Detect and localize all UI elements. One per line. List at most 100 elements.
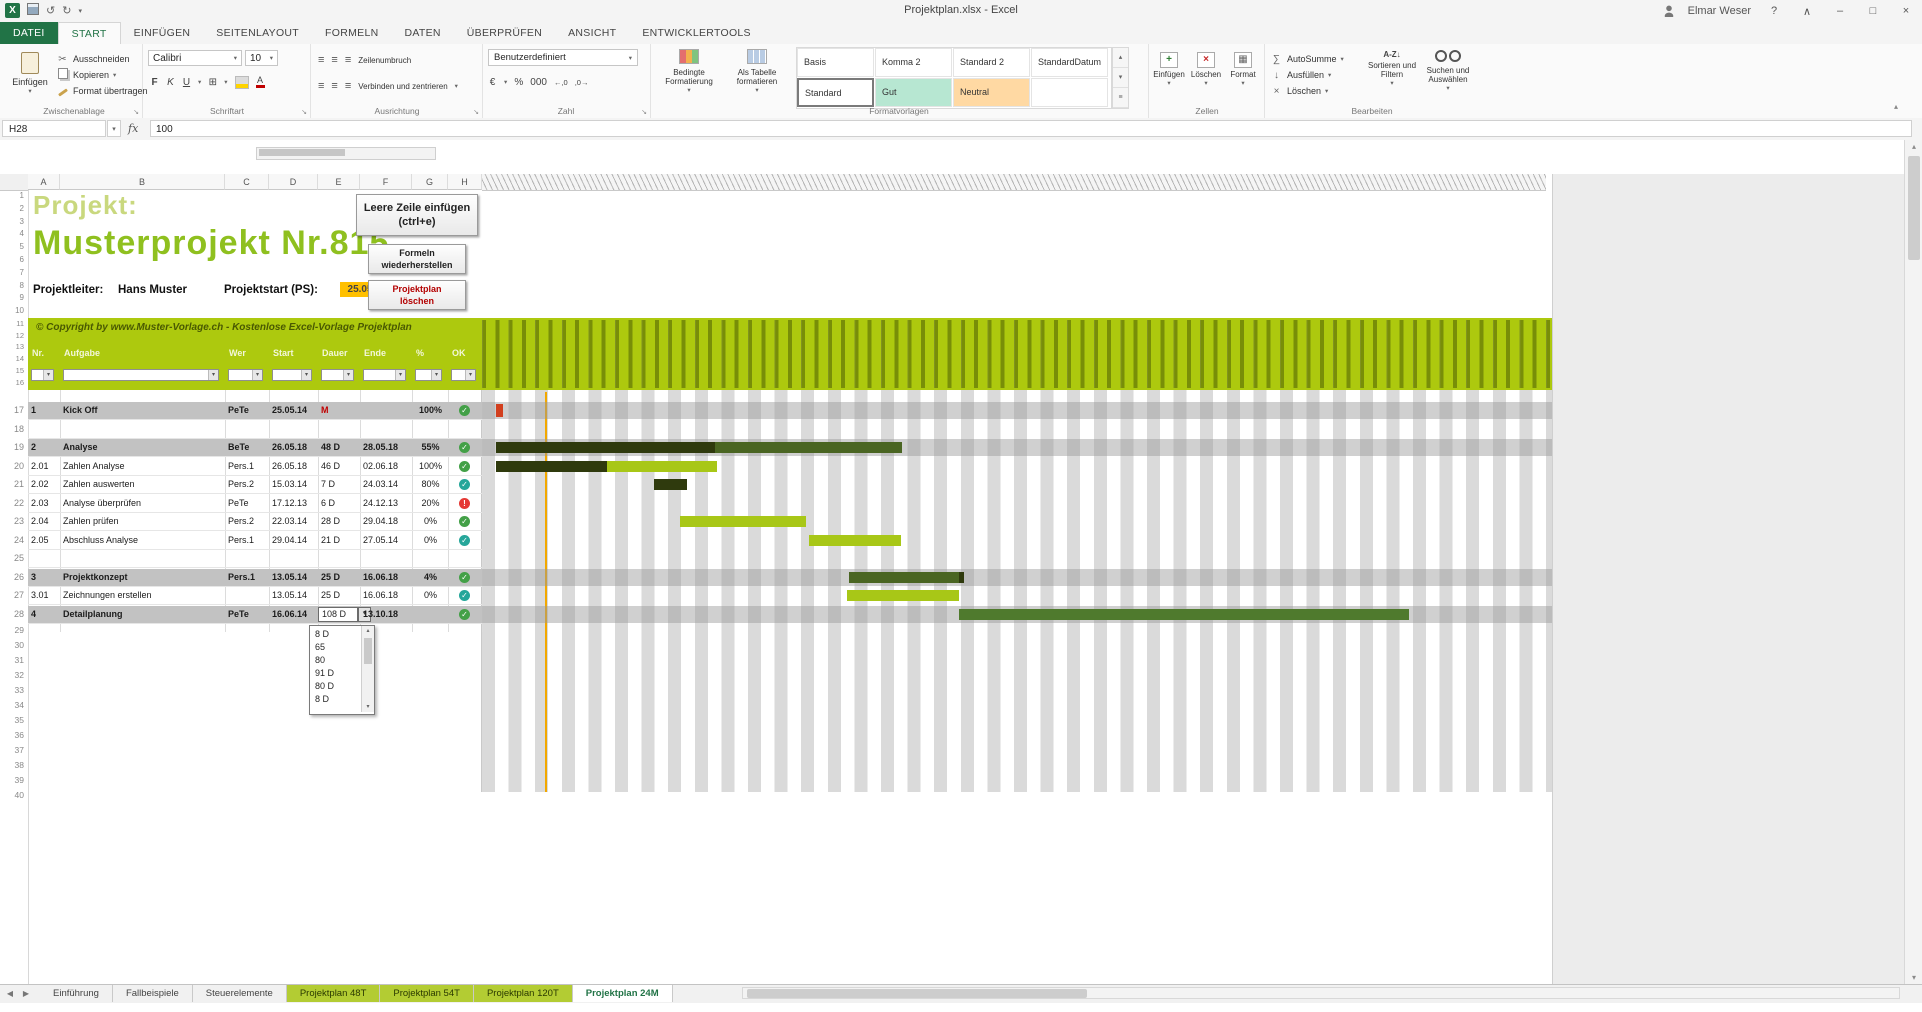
cell-pct[interactable]: 55% — [415, 439, 446, 456]
ribbon-tab-überprüfen[interactable]: ÜBERPRÜFEN — [454, 22, 555, 44]
cell-nr[interactable]: 2.01 — [31, 458, 58, 475]
find-select-button[interactable]: Suchen und Auswählen ▾ — [1422, 46, 1474, 106]
style-komma-2[interactable]: Komma 2 — [875, 48, 952, 77]
row-number[interactable]: 10 — [0, 305, 24, 317]
align-top-icon[interactable]: ≡ — [318, 54, 324, 66]
close-button[interactable]: × — [1896, 5, 1916, 17]
column-header[interactable]: E — [318, 174, 360, 190]
cell-start[interactable]: 26.05.18 — [272, 458, 316, 475]
row-number[interactable]: 1 — [0, 190, 24, 202]
row-number[interactable]: 29 — [0, 623, 24, 637]
row-number[interactable]: 4 — [0, 228, 24, 240]
cell-end[interactable]: 16.06.18 — [363, 569, 410, 586]
percent-icon[interactable]: % — [514, 77, 523, 88]
align-left-icon[interactable]: ≡ — [318, 80, 324, 92]
scroll-down-icon[interactable]: ▾ — [362, 702, 374, 712]
qat-dropdown-icon[interactable]: ▾ — [78, 7, 82, 15]
cut-button[interactable]: ✂Ausschneiden — [56, 52, 130, 66]
filter-dropdown[interactable]: ▾ — [415, 369, 442, 381]
horizontal-scrollbar[interactable] — [742, 987, 1900, 999]
cell-pct[interactable]: 80% — [415, 476, 446, 493]
decrease-decimal-icon[interactable]: ,0→ — [575, 78, 589, 87]
cell-end[interactable]: 24.03.14 — [363, 476, 410, 493]
row-number[interactable]: 21 — [0, 476, 24, 493]
cell-pct[interactable]: 0% — [415, 513, 446, 530]
fill-button[interactable]: ↓Ausfüllen▾ — [1270, 68, 1331, 82]
cell-end[interactable] — [363, 402, 410, 419]
cell-name[interactable]: Zeichnungen erstellen — [63, 587, 223, 604]
bold-button[interactable]: F — [150, 77, 159, 88]
timeline-scrollbar[interactable] — [256, 147, 436, 160]
column-header[interactable]: F — [360, 174, 412, 190]
cell-who[interactable]: Pers.2 — [228, 513, 267, 530]
gallery-scrollbar[interactable]: ▴▾≡ — [1112, 47, 1129, 109]
style-gut[interactable]: Gut — [875, 78, 952, 107]
cell-who[interactable]: PeTe — [228, 402, 267, 419]
sheet-tab-projektplan-48t[interactable]: Projektplan 48T — [287, 985, 381, 1002]
delete-cells-button[interactable]: × Löschen▾ — [1189, 50, 1223, 102]
cell-name[interactable]: Zahlen Analyse — [63, 458, 223, 475]
row-number[interactable]: 37 — [0, 743, 24, 757]
ribbon-tab-start[interactable]: START — [58, 22, 121, 45]
cell-nr[interactable]: 2.04 — [31, 513, 58, 530]
sheet-tab-projektplan-24m[interactable]: Projektplan 24M — [573, 985, 673, 1002]
cell-name[interactable]: Zahlen prüfen — [63, 513, 223, 530]
row-number[interactable]: 14 — [0, 353, 24, 364]
insert-row-button[interactable]: Leere Zeile einfügen (ctrl+e) — [356, 194, 478, 236]
row-number[interactable]: 20 — [0, 458, 24, 475]
cell-dur[interactable]: M — [321, 402, 358, 419]
align-center-icon[interactable]: ≡ — [331, 80, 337, 92]
style-basis[interactable]: Basis — [797, 48, 874, 77]
cell-nr[interactable]: 2.03 — [31, 495, 58, 512]
row-number[interactable]: 38 — [0, 758, 24, 772]
font-color-icon[interactable]: A — [256, 76, 265, 88]
insert-cells-button[interactable]: + Einfügen▾ — [1152, 50, 1186, 102]
cell-dur[interactable]: 48 D — [321, 439, 358, 456]
style-standarddatum[interactable]: StandardDatum — [1031, 48, 1108, 77]
row-number[interactable]: 12 — [0, 330, 24, 341]
cell-start[interactable]: 15.03.14 — [272, 476, 316, 493]
row-number[interactable]: 15 — [0, 365, 24, 376]
row-number[interactable]: 23 — [0, 513, 24, 530]
ribbon-tab-ansicht[interactable]: ANSICHT — [555, 22, 629, 44]
cell-who[interactable]: BeTe — [228, 439, 267, 456]
cell-nr[interactable]: 4 — [31, 606, 58, 623]
format-cells-button[interactable]: ▦ Format▾ — [1226, 50, 1260, 102]
undo-icon[interactable]: ↺ — [46, 4, 55, 17]
excel-logo-icon[interactable]: X — [5, 3, 20, 18]
cell-who[interactable]: PeTe — [228, 495, 267, 512]
row-number[interactable]: 19 — [0, 439, 24, 456]
row-number[interactable]: 13 — [0, 341, 24, 352]
select-all-corner[interactable] — [0, 174, 29, 191]
filter-dropdown[interactable]: ▾ — [363, 369, 406, 381]
row-number[interactable]: 3 — [0, 216, 24, 228]
cell-name[interactable]: Detailplanung — [63, 606, 223, 623]
filter-dropdown[interactable]: ▾ — [272, 369, 312, 381]
wrap-text-button[interactable]: Zeilenumbruch — [358, 56, 411, 65]
italic-button[interactable]: K — [166, 77, 175, 88]
row-number[interactable]: 40 — [0, 788, 24, 802]
dropdown-item[interactable]: 91 D — [310, 667, 361, 680]
currency-icon[interactable]: € — [488, 77, 497, 88]
cell-start[interactable]: 13.05.14 — [272, 587, 316, 604]
scroll-up-icon[interactable]: ▴ — [362, 626, 374, 636]
filter-dropdown[interactable]: ▾ — [451, 369, 476, 381]
cell-who[interactable]: Pers.1 — [228, 458, 267, 475]
cell-start[interactable]: 22.03.14 — [272, 513, 316, 530]
dropdown-item[interactable]: 8 D — [310, 628, 361, 641]
row-number[interactable]: 27 — [0, 587, 24, 604]
redo-icon[interactable]: ↻ — [62, 4, 71, 17]
cell-dur[interactable]: 7 D — [321, 476, 358, 493]
cell-who[interactable]: Pers.2 — [228, 476, 267, 493]
cell-name[interactable]: Analyse überprüfen — [63, 495, 223, 512]
filter-dropdown[interactable]: ▾ — [31, 369, 54, 381]
font-name-select[interactable]: Calibri▾ — [148, 50, 242, 66]
ribbon-tab-einfügen[interactable]: EINFÜGEN — [121, 22, 204, 44]
cell-pct[interactable]: 20% — [415, 495, 446, 512]
cell-pct[interactable]: 0% — [415, 532, 446, 549]
collapse-ribbon-icon[interactable]: ▴ — [1894, 102, 1898, 111]
format-as-table-button[interactable]: Als Tabelle formatieren ▾ — [724, 46, 790, 106]
column-header[interactable]: C — [225, 174, 269, 190]
cell-nr[interactable]: 1 — [31, 402, 58, 419]
increase-decimal-icon[interactable]: ←,0 — [554, 78, 568, 87]
